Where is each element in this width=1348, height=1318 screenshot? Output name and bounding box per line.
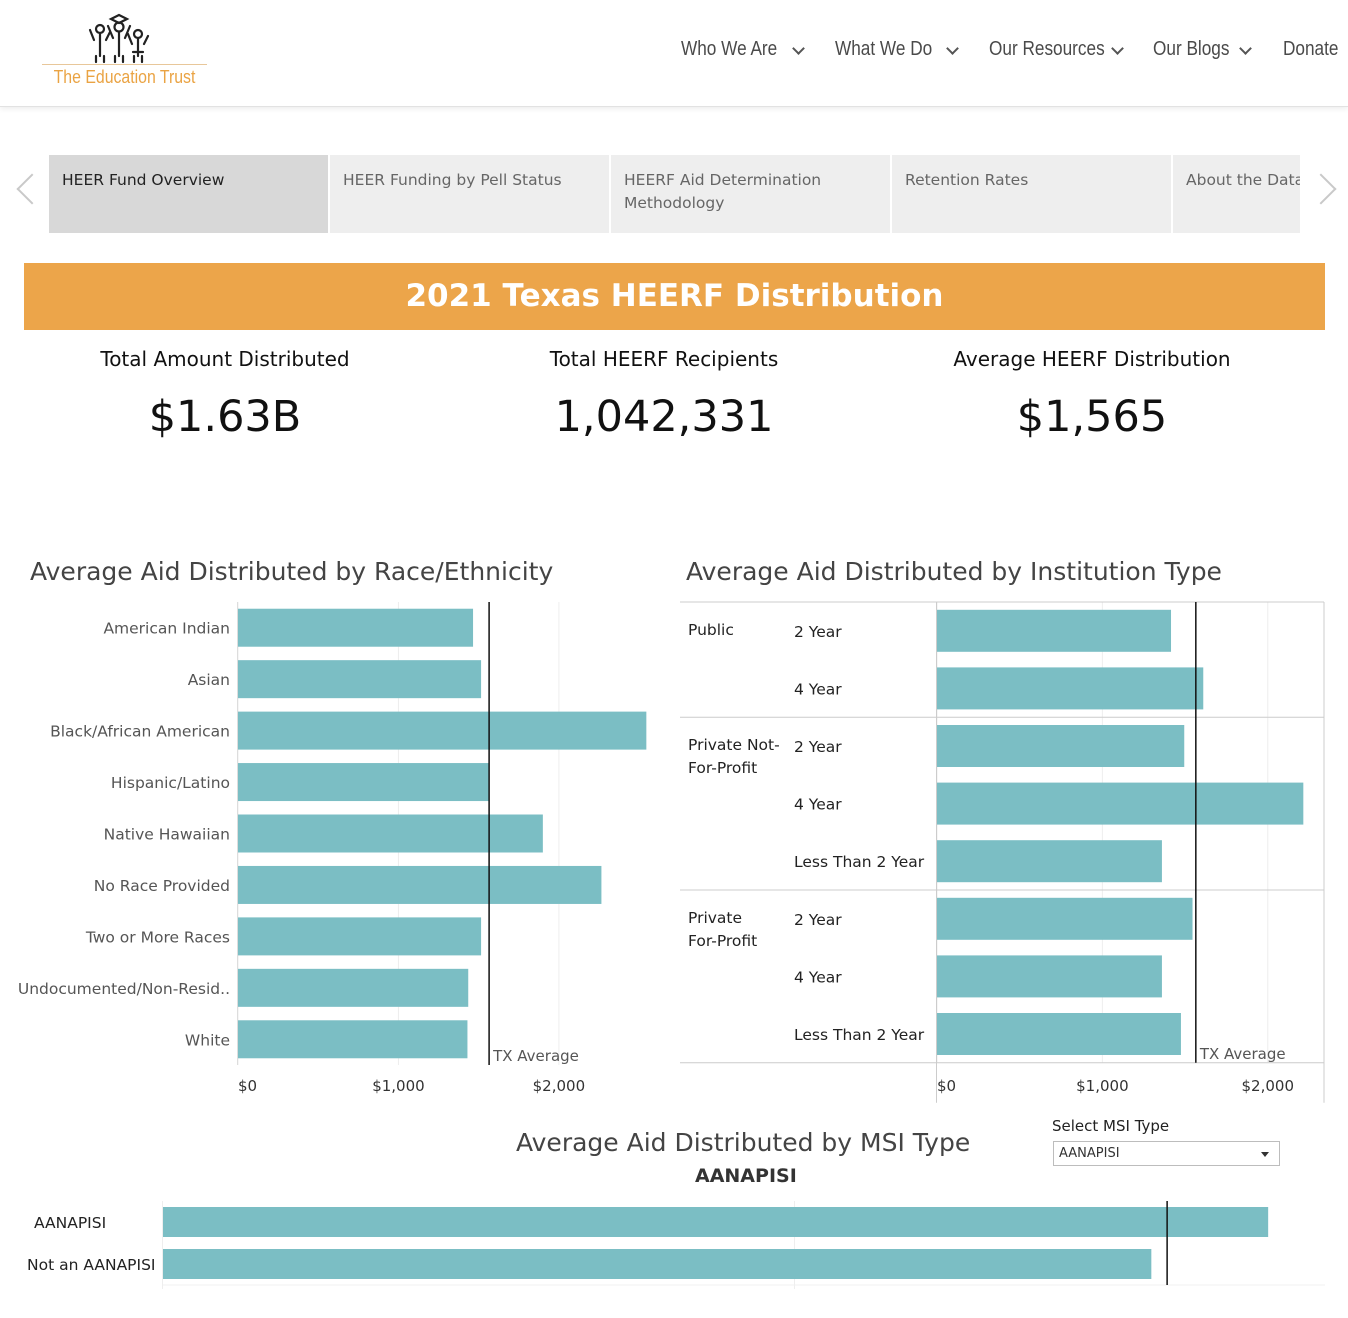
category-label: Native Hawaiian [104, 826, 230, 844]
tab-heer-fund-overview[interactable]: HEER Fund Overview [49, 155, 328, 233]
nav-our-blogs[interactable]: Our Blogs [1153, 38, 1252, 61]
institution-chart-title: Average Aid Distributed by Institution T… [686, 557, 1222, 586]
caret-down-icon [1261, 1152, 1269, 1157]
x-tick-label: $0 [238, 1077, 257, 1095]
bar [238, 711, 647, 750]
bar [937, 1013, 1181, 1055]
chevron-down-icon [946, 42, 959, 55]
tx-average-label: TX Average [1199, 1045, 1286, 1063]
bar [937, 955, 1162, 998]
kpi-label-total-amount: Total Amount Distributed [100, 347, 350, 371]
x-tick-label: $1,000 [1076, 1077, 1129, 1095]
nav-label: Who We Are [681, 38, 778, 60]
bar [238, 814, 543, 853]
tab-aid-methodology[interactable]: HEERF Aid Determination Methodology [611, 155, 890, 233]
nav-label: Donate [1283, 38, 1339, 60]
bar [163, 1207, 1269, 1237]
group-label: For-Profit [688, 932, 757, 950]
nav-donate[interactable]: Donate [1283, 38, 1348, 61]
bar [163, 1249, 1152, 1279]
chevron-down-icon [1111, 42, 1124, 55]
tab-retention-rates[interactable]: Retention Rates [892, 155, 1171, 233]
bar [238, 660, 482, 699]
bar [238, 608, 474, 647]
site-header: The Education Trust Who We Are What We D… [0, 0, 1348, 107]
group-label: Public [688, 621, 734, 639]
logo-text[interactable]: The Education Trust [52, 67, 197, 88]
x-tick-label: $0 [937, 1077, 956, 1095]
nav-label: What We Do [835, 38, 933, 60]
row-label: 4 Year [794, 796, 842, 814]
bar [937, 782, 1304, 825]
nav-label: Our Blogs [1153, 38, 1230, 60]
kpi-value-total-amount: $1.63B [148, 392, 302, 442]
row-label: Less Than 2 Year [794, 1026, 925, 1044]
kpi-label-average-distribution: Average HEERF Distribution [953, 347, 1231, 371]
nav-label: Our Resources [989, 38, 1105, 60]
row-label: Less Than 2 Year [794, 853, 925, 871]
x-tick-label: $1,000 [372, 1077, 425, 1095]
tx-average-label: TX Average [492, 1047, 579, 1065]
bar [937, 609, 1172, 652]
tab-pell-status[interactable]: HEER Funding by Pell Status [330, 155, 609, 233]
row-label: 4 Year [794, 680, 842, 698]
category-label: White [185, 1031, 230, 1049]
row-label: 2 Year [794, 738, 842, 756]
bar [937, 725, 1185, 767]
race-ethnicity-chart: $0 $1,000 $2,000 American Indian Asian Black/… [18, 602, 647, 1095]
tab-about-the-data[interactable]: About the Data [1173, 155, 1300, 233]
bar [937, 667, 1204, 710]
chevron-right-icon[interactable] [1305, 173, 1337, 205]
logo-icon[interactable] [86, 12, 156, 64]
kpi-label-total-recipients: Total HEERF Recipients [549, 347, 779, 371]
category-label: Black/African American [50, 723, 230, 741]
nav-who-we-are[interactable]: Who We Are [681, 38, 805, 61]
category-label: Not an AANAPISI [27, 1256, 156, 1274]
row-label: 2 Year [794, 911, 842, 929]
row-label: 2 Year [794, 623, 842, 641]
msi-type-dropdown[interactable]: AANAPISI [1053, 1141, 1280, 1166]
logo-divider [42, 64, 207, 65]
msi-filter-label: Select MSI Type [1052, 1117, 1170, 1135]
chevron-left-icon[interactable] [16, 173, 48, 205]
bar [238, 917, 482, 956]
msi-selected-value: AANAPISI [1059, 1146, 1120, 1161]
msi-type-chart: AANAPISI Not an AANAPISI [27, 1201, 1325, 1289]
bar [937, 897, 1193, 940]
category-label: American Indian [103, 620, 230, 638]
institution-type-chart: $0 $1,000 $2,000 Public 2 Year 4 Year Private … [680, 601, 1325, 1103]
x-tick-label: $2,000 [533, 1077, 586, 1095]
msi-chart-subtitle: AANAPISI [695, 1165, 797, 1187]
category-label: Hispanic/Latino [111, 774, 230, 792]
chevron-down-icon [792, 42, 805, 55]
category-label: AANAPISI [34, 1214, 106, 1232]
nav-our-resources[interactable]: Our Resources [989, 38, 1124, 61]
group-label: Private [688, 909, 742, 927]
category-label: No Race Provided [94, 877, 230, 895]
row-label: 4 Year [794, 968, 842, 986]
category-label: Asian [188, 671, 230, 689]
bar [238, 968, 469, 1007]
kpi-value-total-recipients: 1,042,331 [554, 392, 774, 442]
nav-what-we-do[interactable]: What We Do [835, 38, 959, 61]
category-label: Two or More Races [85, 928, 230, 946]
race-chart-title: Average Aid Distributed by Race/Ethnicit… [30, 557, 554, 586]
x-tick-label: $2,000 [1242, 1077, 1295, 1095]
msi-chart-title: Average Aid Distributed by MSI Type [516, 1128, 971, 1157]
group-label: For-Profit [688, 759, 757, 777]
dashboard-title: 2021 Texas HEERF Distribution [24, 263, 1325, 330]
kpi-value-average-distribution: $1,565 [1016, 392, 1168, 442]
chevron-down-icon [1239, 42, 1252, 55]
category-label: Undocumented/Non-Resid.. [18, 980, 230, 998]
bar [238, 763, 490, 802]
group-label: Private Not- [688, 736, 780, 754]
bar [238, 865, 602, 904]
bar [238, 1020, 468, 1059]
bar [937, 840, 1162, 883]
